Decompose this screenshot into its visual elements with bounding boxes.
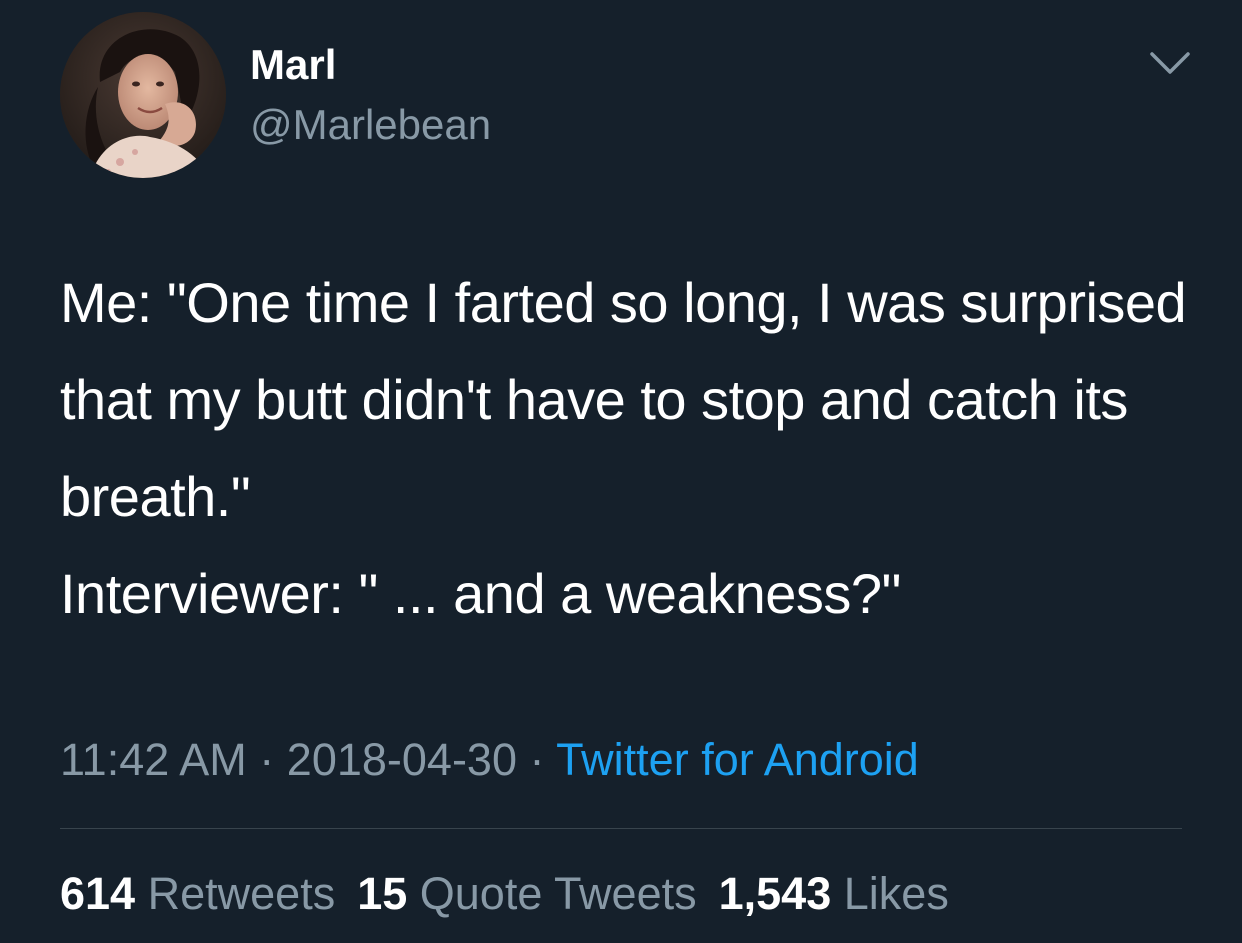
likes-stat[interactable]: 1,543 Likes (719, 868, 949, 920)
retweets-stat[interactable]: 614 Retweets (60, 868, 335, 920)
meta-separator: · (516, 734, 557, 785)
tweet-metadata: 11:42 AM · 2018-04-30 · Twitter for Andr… (60, 734, 919, 786)
quote-tweets-count: 15 (357, 868, 408, 919)
tweet-source-link[interactable]: Twitter for Android (556, 734, 919, 785)
tweet-date[interactable]: 2018-04-30 (287, 734, 517, 785)
engagement-stats: 614 Retweets 15 Quote Tweets 1,543 Likes (60, 868, 971, 920)
meta-separator: · (246, 734, 287, 785)
tweet-card: Marl @Marlebean Me: "One time I farted s… (0, 0, 1242, 943)
retweets-label: Retweets (147, 868, 336, 919)
user-handle[interactable]: @Marlebean (250, 100, 491, 150)
chevron-down-icon[interactable] (1148, 48, 1192, 78)
likes-count: 1,543 (718, 868, 832, 919)
tweet-time[interactable]: 11:42 AM (60, 734, 247, 785)
tweet-text-paragraph-2: Interviewer: " ... and a weakness?" (60, 562, 901, 625)
likes-label: Likes (843, 868, 949, 919)
display-name[interactable]: Marl (250, 40, 336, 90)
quote-tweets-stat[interactable]: 15 Quote Tweets (357, 868, 696, 920)
divider (60, 828, 1182, 829)
quote-tweets-label: Quote Tweets (419, 868, 697, 919)
tweet-text: Me: "One time I farted so long, I was su… (60, 254, 1190, 642)
profile-photo (60, 12, 226, 178)
avatar[interactable] (60, 12, 226, 178)
retweets-count: 614 (60, 868, 136, 919)
tweet-text-paragraph-1: Me: "One time I farted so long, I was su… (60, 271, 1187, 528)
